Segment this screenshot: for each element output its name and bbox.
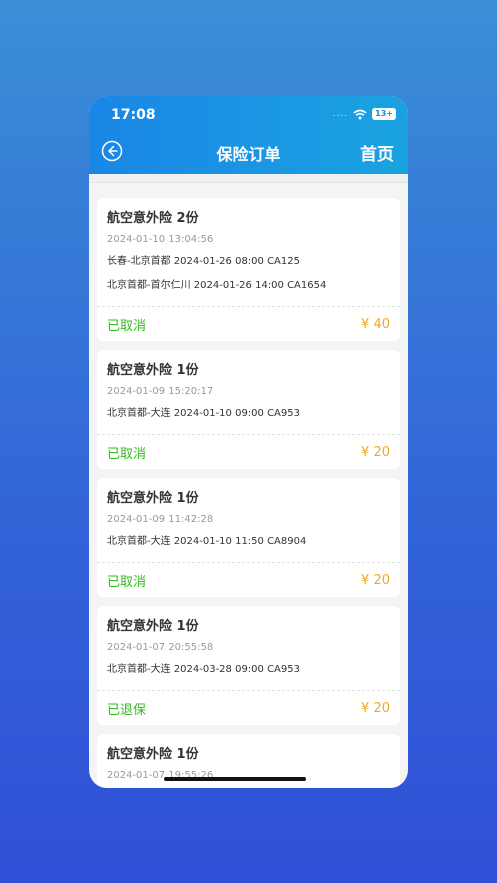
order-card-body: 航空意外险 2份 2024-01-10 13:04:56 长春-北京首都 202… [97, 198, 400, 306]
home-indicator[interactable] [164, 777, 306, 781]
order-status: 已取消 [107, 574, 147, 590]
order-title: 航空意外险 2份 [107, 211, 199, 226]
order-time: 2024-01-09 15:20:17 [107, 386, 214, 397]
home-button[interactable]: 首页 [360, 140, 394, 165]
signal-icon: .... [332, 109, 349, 119]
order-title: 航空意外险 1份 [107, 747, 199, 762]
flight-info: 北京首都-大连 2024-01-10 11:50 CA8904 [107, 536, 307, 547]
order-title: 航空意外险 1份 [107, 619, 199, 634]
order-price: ¥ 20 [361, 572, 390, 588]
order-title: 航空意外险 1份 [107, 363, 199, 378]
order-card[interactable]: 航空意外险 1份 2024-01-07 20:55:58 北京首都-大连 202… [97, 606, 400, 725]
flight-info: 长春-北京首都 2024-01-26 08:00 CA125 [107, 256, 300, 267]
order-footer: 已退保 ¥ 20 [97, 690, 400, 725]
order-time: 2024-01-07 20:55:58 [107, 642, 214, 653]
order-card-body: 航空意外险 1份 2024-01-09 15:20:17 北京首都-大连 202… [97, 350, 400, 434]
order-card[interactable]: 航空意外险 1份 2024-01-09 15:20:17 北京首都-大连 202… [97, 350, 400, 469]
order-time: 2024-01-09 11:42:28 [107, 514, 214, 525]
order-footer: 已取消 ¥ 20 [97, 434, 400, 469]
status-time: 17:08 [111, 107, 156, 123]
order-card-body: 航空意外险 1份 2024-01-09 11:42:28 北京首都-大连 202… [97, 478, 400, 562]
order-title: 航空意外险 1份 [107, 491, 199, 506]
header-divider [89, 174, 408, 183]
order-price: ¥ 20 [361, 700, 390, 716]
flight-info: 北京首都-大连 2024-03-28 09:00 CA953 [107, 664, 300, 675]
flight-info: 北京首都-首尔仁川 2024-01-26 14:00 CA1654 [107, 280, 327, 291]
order-time: 2024-01-10 13:04:56 [107, 234, 214, 245]
order-card[interactable]: 航空意外险 2份 2024-01-10 13:04:56 长春-北京首都 202… [97, 198, 400, 341]
battery-icon: 13+ [372, 108, 396, 120]
order-price: ¥ 20 [361, 444, 390, 460]
header-bar: 17:08 .... 13+ 保险订单 首页 [89, 96, 408, 174]
order-price: ¥ 40 [361, 316, 390, 332]
order-footer: 已取消 ¥ 20 [97, 562, 400, 597]
order-status: 已取消 [107, 318, 147, 334]
flight-info: 北京首都-大连 2024-01-10 09:00 CA953 [107, 408, 300, 419]
phone-screen: 17:08 .... 13+ 保险订单 首页 航空意外险 2份 2024-01-… [89, 96, 408, 788]
wifi-icon [353, 109, 367, 119]
order-card[interactable]: 航空意外险 1份 2024-01-09 11:42:28 北京首都-大连 202… [97, 478, 400, 597]
order-list: 航空意外险 2份 2024-01-10 13:04:56 长春-北京首都 202… [89, 183, 408, 788]
order-status: 已退保 [107, 702, 147, 718]
status-icons: .... 13+ [333, 108, 396, 120]
order-footer: 已取消 ¥ 40 [97, 306, 400, 341]
order-status: 已取消 [107, 446, 147, 462]
order-card-body: 航空意外险 1份 2024-01-07 20:55:58 北京首都-大连 202… [97, 606, 400, 690]
